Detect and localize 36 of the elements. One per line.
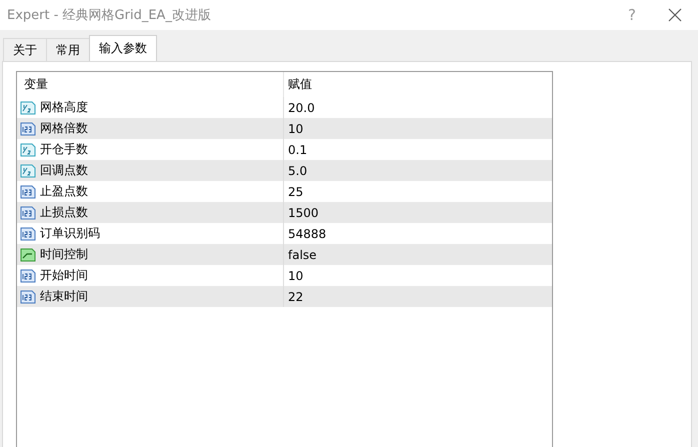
number-icon xyxy=(20,206,36,220)
parameter-name: 开始时间 xyxy=(40,267,88,284)
parameter-name: 开仓手数 xyxy=(40,141,88,158)
fraction-icon xyxy=(20,100,36,114)
number-icon xyxy=(20,268,36,282)
number-icon xyxy=(20,184,36,198)
number-icon xyxy=(20,290,36,304)
parameter-value: 5.0 xyxy=(288,164,308,178)
parameter-value: 10 xyxy=(288,122,304,136)
column-header: 变量 xyxy=(23,76,49,93)
number-icon xyxy=(20,122,36,136)
fraction-icon xyxy=(20,142,36,156)
parameter-value: 10 xyxy=(288,268,304,282)
parameter-name: 订单识别码 xyxy=(40,225,100,242)
parameter-value: 22 xyxy=(288,290,304,304)
parameter-name: 止损点数 xyxy=(40,204,88,221)
parameter-value: 54888 xyxy=(288,226,326,240)
parameter-name: 时间控制 xyxy=(40,246,88,263)
parameter-name: 回调点数 xyxy=(40,162,88,179)
number-icon xyxy=(20,226,36,240)
parameter-value: 25 xyxy=(288,184,304,198)
parameter-name: 网格倍数 xyxy=(40,120,88,137)
toggle-icon xyxy=(20,248,36,262)
fraction-icon xyxy=(20,164,36,178)
parameter-value: 20.0 xyxy=(288,100,315,114)
close-icon xyxy=(668,8,682,22)
parameter-value: 1500 xyxy=(288,206,319,220)
column-header: 赋值 xyxy=(283,72,552,97)
parameter-value: false xyxy=(288,248,317,262)
parameter-name: 网格高度 xyxy=(40,99,88,116)
window-title: Expert - 经典网格Grid_EA_改进版 xyxy=(7,7,212,24)
parameter-name: 止盈点数 xyxy=(40,183,88,200)
tab[interactable]: 输入参数 xyxy=(89,35,157,61)
parameter-name: 结束时间 xyxy=(40,288,88,305)
tab[interactable]: 关于 xyxy=(3,38,47,61)
parameter-value: 0.1 xyxy=(288,142,308,156)
